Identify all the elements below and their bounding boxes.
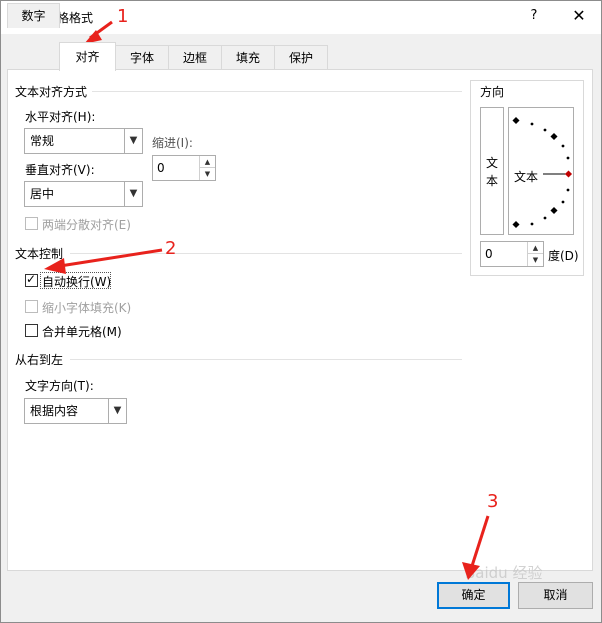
annotation-arrows	[44, 20, 490, 580]
annotation-1: 1	[117, 6, 129, 27]
arrow-2-line	[59, 248, 163, 268]
annotation-2: 2	[165, 238, 177, 259]
tab-alignment[interactable]: 对齐	[59, 42, 116, 71]
arrow-3-line	[470, 515, 490, 567]
annotation-3: 3	[487, 491, 499, 512]
arrow-3-head	[462, 562, 480, 580]
arrow-2-head	[44, 258, 66, 274]
